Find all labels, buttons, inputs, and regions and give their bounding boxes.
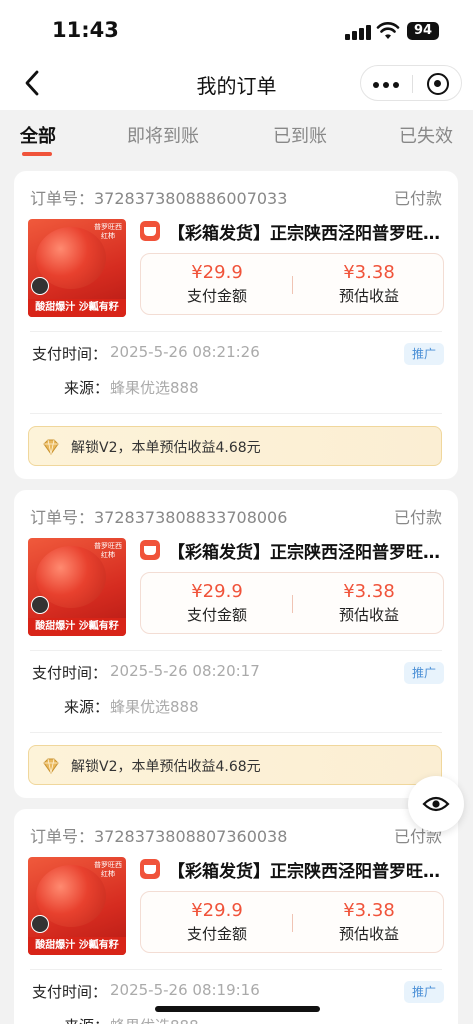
money-summary: ¥29.9 支付金额 ¥3.38 预估收益 [140, 891, 444, 953]
promo-badge: 推广 [404, 662, 444, 684]
source-label: 来源： [64, 698, 110, 716]
thumbnail-tag: 普罗旺西红柿 [94, 861, 122, 878]
divider [30, 650, 442, 651]
divider [30, 331, 442, 332]
divider [30, 969, 442, 970]
income-label: 预估收益 [338, 287, 399, 305]
visibility-toggle-button[interactable] [408, 776, 464, 832]
product-title[interactable]: 【彩箱发货】正宗陕西泾阳普罗旺斯西红柿 [168, 538, 450, 563]
unlock-v2-banner[interactable]: 解锁V2，本单预估收益4.68元 [28, 745, 442, 785]
order-card[interactable]: 订单号：3728373808833708006 已付款 普罗旺西红柿 酸甜爆汁 … [14, 490, 458, 798]
status-time: 11:43 [52, 18, 119, 42]
pay-time-label: 支付时间： [32, 983, 108, 1001]
battery-indicator: 94 [407, 22, 439, 40]
money-summary: ¥29.9 支付金额 ¥3.38 预估收益 [140, 253, 444, 315]
thumbnail-caption: 酸甜爆汁 沙瓤有籽 [28, 937, 126, 955]
order-status: 已付款 [393, 508, 442, 527]
thumbnail-caption: 酸甜爆汁 沙瓤有籽 [28, 299, 126, 317]
pay-time: 2025-5-26 08:19:16 [110, 981, 260, 999]
divider [30, 732, 442, 733]
order-tabs: 全部 即将到账 已到账 已失效 [0, 110, 473, 166]
diamond-icon [43, 758, 59, 774]
tab-active-indicator [22, 152, 52, 156]
pay-amount: ¥29.9 [191, 262, 243, 283]
source-value: 蜂果优选888 [110, 698, 199, 716]
unlock-text: 解锁V2，本单预估收益4.68元 [71, 759, 261, 775]
source-value: 蜂果优选888 [110, 1015, 199, 1024]
thumbnail-caption: 酸甜爆汁 沙瓤有籽 [28, 618, 126, 636]
source-value: 蜂果优选888 [110, 379, 199, 397]
diamond-icon [43, 439, 59, 455]
more-dots-icon[interactable] [373, 75, 401, 93]
promo-badge: 推广 [404, 343, 444, 365]
home-indicator [155, 1006, 320, 1012]
pay-amount-label: 支付金额 [186, 925, 247, 943]
nav-bar: 我的订单 [0, 58, 473, 110]
pay-time: 2025-5-26 08:20:17 [110, 662, 260, 680]
tab-all[interactable]: 全部 [20, 122, 56, 148]
product-title[interactable]: 【彩箱发货】正宗陕西泾阳普罗旺斯西红柿 [168, 857, 450, 882]
order-number: 订单号：3728373808833708006 [30, 508, 288, 527]
income-amount: ¥3.38 [343, 262, 395, 283]
pay-amount: ¥29.9 [191, 900, 243, 921]
pay-time-label: 支付时间： [32, 345, 108, 363]
unlock-v2-banner[interactable]: 解锁V2，本单预估收益4.68元 [28, 426, 442, 466]
income-label: 预估收益 [338, 606, 399, 624]
thumbnail-badge [31, 915, 49, 933]
order-card[interactable]: 订单号：3728373808886007033 已付款 普罗旺西红柿 酸甜爆汁 … [14, 171, 458, 479]
order-number: 订单号：3728373808886007033 [30, 189, 288, 208]
product-thumbnail[interactable]: 普罗旺西红柿 酸甜爆汁 沙瓤有籽 [28, 219, 126, 317]
income-amount: ¥3.38 [343, 581, 395, 602]
status-bar: 11:43 94 [0, 0, 473, 58]
thumbnail-tag: 普罗旺西红柿 [94, 223, 122, 240]
promo-badge: 推广 [404, 981, 444, 1003]
pay-amount-label: 支付金额 [186, 287, 247, 305]
shop-icon [140, 540, 160, 560]
tab-upcoming[interactable]: 即将到账 [127, 122, 199, 148]
unlock-text: 解锁V2，本单预估收益4.68元 [71, 440, 261, 456]
pay-time: 2025-5-26 08:21:26 [110, 343, 260, 361]
source-label: 来源： [64, 1015, 109, 1024]
tab-expired[interactable]: 已失效 [399, 122, 453, 148]
money-summary: ¥29.9 支付金额 ¥3.38 预估收益 [140, 572, 444, 634]
product-thumbnail[interactable]: 普罗旺西红柿 酸甜爆汁 沙瓤有籽 [28, 538, 126, 636]
capsule-divider [412, 75, 413, 93]
divider [30, 413, 442, 414]
tab-received[interactable]: 已到账 [273, 122, 327, 148]
shop-icon [140, 221, 160, 241]
thumbnail-badge [31, 277, 49, 295]
pay-time-label: 支付时间： [32, 664, 108, 682]
order-number: 订单号：3728373808807360038 [30, 827, 288, 846]
product-title[interactable]: 【彩箱发货】正宗陕西泾阳普罗旺斯西红柿 [168, 219, 450, 244]
thumbnail-badge [31, 596, 49, 614]
pay-amount-label: 支付金额 [186, 606, 247, 624]
order-card[interactable]: 订单号：3728373808807360038 已付款 普罗旺西红柿 酸甜爆汁 … [14, 809, 458, 1024]
pay-amount: ¥29.9 [191, 581, 243, 602]
shop-icon [140, 859, 160, 879]
close-miniprogram-icon[interactable] [427, 73, 449, 95]
signal-icon [345, 24, 371, 40]
miniprogram-capsule [360, 65, 462, 101]
eye-icon [422, 796, 450, 812]
wifi-icon [376, 22, 400, 39]
income-label: 预估收益 [338, 925, 399, 943]
source-label: 来源： [64, 379, 110, 397]
income-amount: ¥3.38 [343, 900, 395, 921]
product-thumbnail[interactable]: 普罗旺西红柿 酸甜爆汁 沙瓤有籽 [28, 857, 126, 955]
order-status: 已付款 [393, 189, 442, 208]
thumbnail-tag: 普罗旺西红柿 [94, 542, 122, 559]
